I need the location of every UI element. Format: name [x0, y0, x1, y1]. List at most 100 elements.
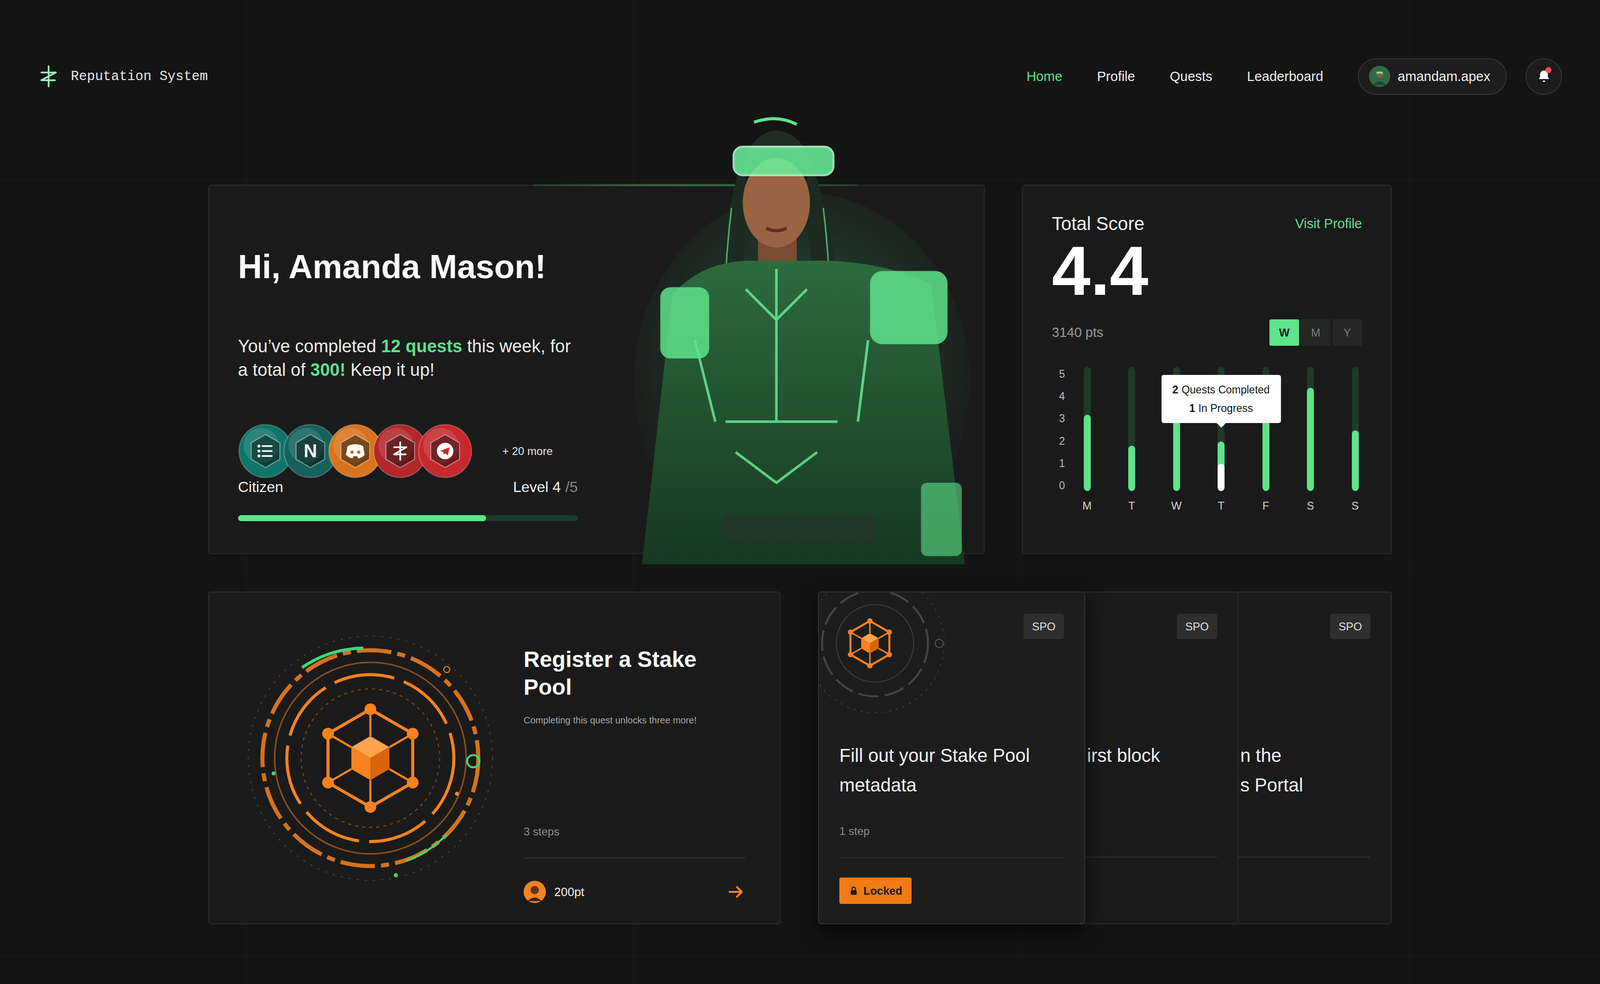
quest-card[interactable]: SPO irst block	[1085, 591, 1239, 925]
category-tag: SPO	[1330, 613, 1371, 640]
day-label: F	[1258, 499, 1273, 513]
featured-text: Register a Stake PoolCompleting this que…	[523, 592, 780, 924]
level-track	[237, 515, 578, 522]
progress-count: 1	[1189, 402, 1196, 415]
day-label: S	[1348, 499, 1363, 513]
day-label: T	[1214, 499, 1229, 513]
more-badges[interactable]: + 20 more	[502, 444, 553, 458]
category-tag: SPO	[1176, 613, 1218, 640]
top-row: Hi, Amanda Mason! You’ve completed 12 que…	[208, 184, 1392, 555]
avatar-icon	[523, 881, 546, 904]
score-value: 4.4	[1051, 236, 1363, 306]
card-glow	[533, 183, 858, 187]
level-row: Citizen Level 4/5	[237, 478, 578, 496]
quest-title: Register a Stake Pool	[523, 645, 746, 702]
nav-link[interactable]: Quests	[1169, 68, 1213, 85]
y-axis: 543210	[1051, 367, 1073, 492]
level-max: /5	[565, 478, 578, 496]
welcome-card: Hi, Amanda Mason! You’ve completed 12 que…	[208, 184, 985, 555]
spacer	[839, 800, 1064, 825]
cube-icon	[818, 592, 972, 725]
quest-steps: 1 step	[839, 825, 1064, 838]
featured-quest-card[interactable]: Register a Stake PoolCompleting this que…	[208, 591, 781, 925]
user-handle: amandam.apex	[1397, 68, 1491, 85]
bar-column[interactable]	[1125, 367, 1139, 492]
weekly-chart: 5432102Quests Completed1In Progress	[1051, 367, 1363, 492]
nav-link[interactable]: Leaderboard	[1247, 68, 1324, 85]
rank: Citizen	[237, 478, 284, 496]
range-toggle: WMY	[1269, 319, 1363, 346]
x-axis: MTWTFSS	[1051, 499, 1363, 513]
quest-points: 200pt	[554, 885, 719, 900]
visit-profile-link[interactable]: Visit Profile	[1294, 216, 1363, 232]
card-header: SPO	[1085, 592, 1218, 741]
user-menu[interactable]: amandam.apex	[1357, 58, 1507, 95]
bar-column[interactable]	[1303, 367, 1318, 492]
score-header: Total Score Visit Profile	[1051, 213, 1363, 235]
score-meta: 3140 ptsWMY	[1051, 319, 1363, 346]
weekly-summary: You’ve completed 12 quests this week, fo…	[237, 334, 581, 382]
spacer	[523, 725, 746, 826]
quest-footer: 200pt	[523, 881, 746, 904]
spacer	[1085, 770, 1218, 838]
score-card: Total Score Visit Profile 4.4 3140 ptsWMY 5 4…	[1022, 184, 1392, 555]
bar-track	[1306, 367, 1314, 492]
y-tick: 1	[1059, 457, 1066, 469]
divider	[523, 857, 746, 859]
notifications-button[interactable]	[1525, 58, 1563, 95]
y-tick: 4	[1059, 390, 1066, 402]
score-title: Total Score	[1051, 213, 1145, 235]
tooltip-line: 1In Progress	[1172, 399, 1270, 418]
bar-track	[1083, 367, 1091, 492]
level-fill	[237, 515, 487, 522]
level-label: Level 4	[512, 478, 561, 496]
card-header: SPO	[1238, 592, 1371, 741]
axis-spacer	[1051, 499, 1073, 513]
top-nav: Reputation System Home Profile Quests Leader…	[0, 0, 1600, 153]
brand[interactable]: Reputation System	[36, 64, 208, 89]
arrow-right-icon	[726, 882, 746, 902]
completed-label: Quests Completed	[1181, 383, 1270, 396]
quest-card[interactable]: SPO n thes Portal	[1238, 591, 1392, 925]
badge[interactable]	[417, 423, 473, 479]
divider	[839, 857, 1064, 859]
bar-column[interactable]	[1348, 367, 1363, 492]
locked-button[interactable]: Locked	[839, 877, 912, 905]
nav-link[interactable]: Profile	[1097, 68, 1136, 85]
welcome-text: Hi, Amanda Mason! You’ve completed 12 que…	[237, 225, 590, 522]
quest-steps: 3 steps	[523, 825, 746, 839]
day-label: W	[1169, 499, 1184, 513]
range-button[interactable]: W	[1269, 319, 1300, 346]
range-button[interactable]: M	[1300, 319, 1331, 346]
bar-fill	[1083, 414, 1091, 492]
nav-menu: Home Profile Quests Leaderboard	[1026, 68, 1324, 85]
y-tick: 2	[1059, 435, 1066, 447]
quest-card[interactable]: SPOFill out your Stake Pool metadata1 st…	[818, 591, 1086, 925]
y-tick: 3	[1059, 412, 1066, 425]
tooltip-line: 2Quests Completed	[1172, 380, 1270, 400]
y-tick: 5	[1059, 368, 1066, 380]
bar-column[interactable]: 2Quests Completed1In Progress	[1214, 367, 1229, 492]
lock-icon	[848, 886, 859, 897]
app-title: Reputation System	[70, 68, 208, 85]
card-header: SPO	[839, 592, 1064, 741]
range-button[interactable]: Y	[1332, 319, 1363, 346]
bar-progress	[1217, 463, 1225, 492]
summary-part: 300!	[310, 360, 346, 380]
bar-fill	[1128, 445, 1136, 492]
quest-title: s Portal	[1238, 770, 1371, 800]
avatar-icon	[1368, 65, 1391, 88]
level: Level 4/5	[512, 478, 578, 496]
bar-column[interactable]	[1080, 367, 1094, 492]
chart-tooltip: 2Quests Completed1In Progress	[1161, 375, 1281, 424]
nav-link[interactable]: Home	[1026, 68, 1063, 85]
bar-track	[1128, 367, 1136, 492]
greeting: Hi, Amanda Mason!	[237, 247, 590, 286]
telegram-badge-icon	[417, 423, 473, 479]
quest-title: n the	[1238, 740, 1371, 771]
bar-track	[1351, 367, 1359, 492]
unread-dot	[1545, 67, 1552, 74]
progress-label: In Progress	[1198, 402, 1254, 415]
quest-row: Register a Stake PoolCompleting this que…	[208, 591, 1392, 925]
quest-title: irst block	[1085, 740, 1218, 771]
